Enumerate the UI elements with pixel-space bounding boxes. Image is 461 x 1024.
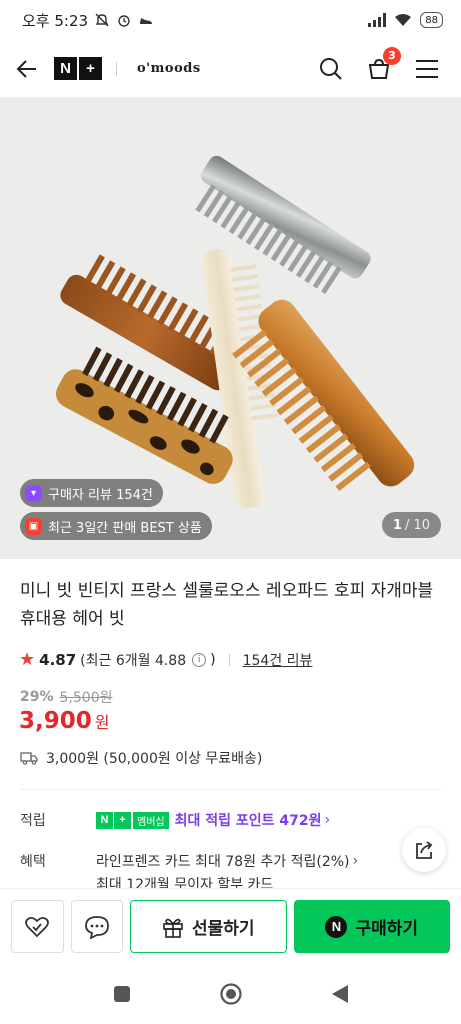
battery-indicator: 88 bbox=[420, 12, 443, 28]
price-row: 3,900 원 bbox=[19, 708, 110, 734]
star-icon: ★ bbox=[19, 649, 36, 670]
recent-rating: (최근 6개월 4.88 bbox=[80, 652, 187, 669]
heart-check-icon bbox=[25, 916, 50, 937]
share-icon bbox=[416, 841, 433, 859]
shoe-icon bbox=[140, 18, 153, 24]
rating-separator bbox=[228, 653, 230, 666]
search-button[interactable] bbox=[317, 55, 345, 83]
bottom-action-bar: 선물하기 N 구매하기 bbox=[0, 888, 461, 964]
logo-n: N bbox=[54, 57, 77, 80]
price-unit: 원 bbox=[94, 713, 110, 732]
recent-rating-close: ) bbox=[210, 651, 216, 668]
app-header: N + o'moods 3 bbox=[0, 40, 461, 98]
chevron-right-icon: › bbox=[324, 812, 331, 828]
back-arrow-icon bbox=[16, 59, 36, 78]
talk-button[interactable] bbox=[70, 900, 124, 953]
max-points-text: 최대 적립 포인트 472원 bbox=[174, 813, 322, 829]
points-label: 적립 bbox=[20, 813, 46, 829]
status-time: 오후 5:23 bbox=[22, 11, 89, 30]
buyer-reviews-chip[interactable]: ▾ 구매자 리뷰 154건 bbox=[20, 479, 163, 507]
buy-button[interactable]: N 구매하기 bbox=[293, 900, 451, 953]
chat-bubble-icon bbox=[84, 915, 109, 939]
recent-apps-icon[interactable] bbox=[113, 985, 131, 1003]
hamburger-menu-icon bbox=[416, 59, 438, 78]
section-divider bbox=[20, 789, 441, 790]
review-bag-icon: ▾ bbox=[25, 484, 42, 502]
rating-value: 4.87 bbox=[39, 650, 77, 669]
store-name[interactable]: o'moods bbox=[137, 61, 201, 76]
best-seller-chip[interactable]: ▣ 최근 3일간 판매 BEST 상품 bbox=[20, 512, 212, 540]
sale-price: 3,900 bbox=[19, 708, 92, 734]
points-row[interactable]: 적립 N + 멤버십 최대 적립 포인트 472원 › bbox=[20, 810, 330, 830]
naver-plus-membership-badge: N + 멤버십 bbox=[96, 811, 169, 829]
original-price: 5,500원 bbox=[59, 690, 113, 706]
naver-plus-logo[interactable]: N + bbox=[54, 57, 102, 80]
home-icon[interactable] bbox=[219, 982, 243, 1006]
logo-plus: + bbox=[79, 57, 102, 80]
status-bar: 오후 5:23 88 bbox=[0, 0, 461, 40]
gift-button[interactable]: 선물하기 bbox=[130, 900, 287, 953]
installment-benefit-text: 최대 12개월 무이자 할부 카드 bbox=[96, 877, 274, 888]
shipping-text: 3,000원 (50,000원 이상 무료배송) bbox=[46, 751, 263, 767]
alarm-icon bbox=[118, 15, 130, 27]
cart-button[interactable]: 3 bbox=[365, 46, 401, 83]
product-image-gallery[interactable]: ▾ 구매자 리뷰 154건 ▣ 최근 3일간 판매 BEST 상품 1 / 10 bbox=[0, 98, 461, 559]
cart-count-badge: 3 bbox=[383, 46, 401, 65]
search-icon bbox=[320, 57, 342, 80]
best-seller-text: 최근 3일간 판매 BEST 상품 bbox=[48, 520, 202, 536]
signal-icon bbox=[368, 13, 387, 27]
gift-box-icon: ▣ bbox=[25, 517, 42, 535]
benefit-label: 혜택 bbox=[20, 854, 46, 870]
total-pages: / 10 bbox=[404, 517, 430, 533]
image-page-counter: 1 / 10 bbox=[381, 512, 441, 538]
shipping-row: 3,000원 (50,000원 이상 무료배송) bbox=[20, 748, 262, 768]
discount-row: 29% 5,500원 bbox=[20, 687, 112, 707]
gift-button-label: 선물하기 bbox=[192, 919, 255, 939]
android-navigation-bar bbox=[0, 964, 461, 1024]
naver-n-icon: N bbox=[325, 915, 348, 938]
back-triangle-icon[interactable] bbox=[331, 984, 349, 1004]
wifi-icon bbox=[395, 14, 412, 26]
wishlist-button[interactable] bbox=[11, 900, 64, 953]
menu-button[interactable] bbox=[413, 55, 441, 83]
mute-icon bbox=[95, 13, 109, 27]
delivery-truck-icon bbox=[20, 752, 38, 765]
rating-row: ★ 4.87 (최근 6개월 4.88 i ) 154건 리뷰 bbox=[19, 649, 312, 670]
chevron-right-icon: › bbox=[352, 853, 359, 869]
benefit-row[interactable]: 혜택 라인프렌즈 카드 최대 78원 추가 적립(2%) › bbox=[20, 851, 358, 871]
review-count-link[interactable]: 154건 리뷰 bbox=[243, 650, 313, 670]
info-icon[interactable]: i bbox=[192, 652, 207, 667]
share-button[interactable] bbox=[402, 828, 446, 872]
product-title: 미니 빗 빈티지 프랑스 셀룰로오스 레오파드 호피 자개마블 휴대용 헤어 빗 bbox=[20, 581, 434, 629]
card-benefit-text: 라인프렌즈 카드 최대 78원 추가 적립(2%) bbox=[96, 854, 350, 870]
current-page: 1 bbox=[392, 517, 402, 533]
back-button[interactable] bbox=[0, 40, 54, 98]
buy-button-label: 구매하기 bbox=[355, 919, 419, 939]
header-divider bbox=[116, 61, 117, 76]
gift-icon bbox=[163, 918, 183, 938]
discount-rate: 29% bbox=[20, 689, 54, 705]
buyer-reviews-text: 구매자 리뷰 154건 bbox=[48, 487, 153, 503]
